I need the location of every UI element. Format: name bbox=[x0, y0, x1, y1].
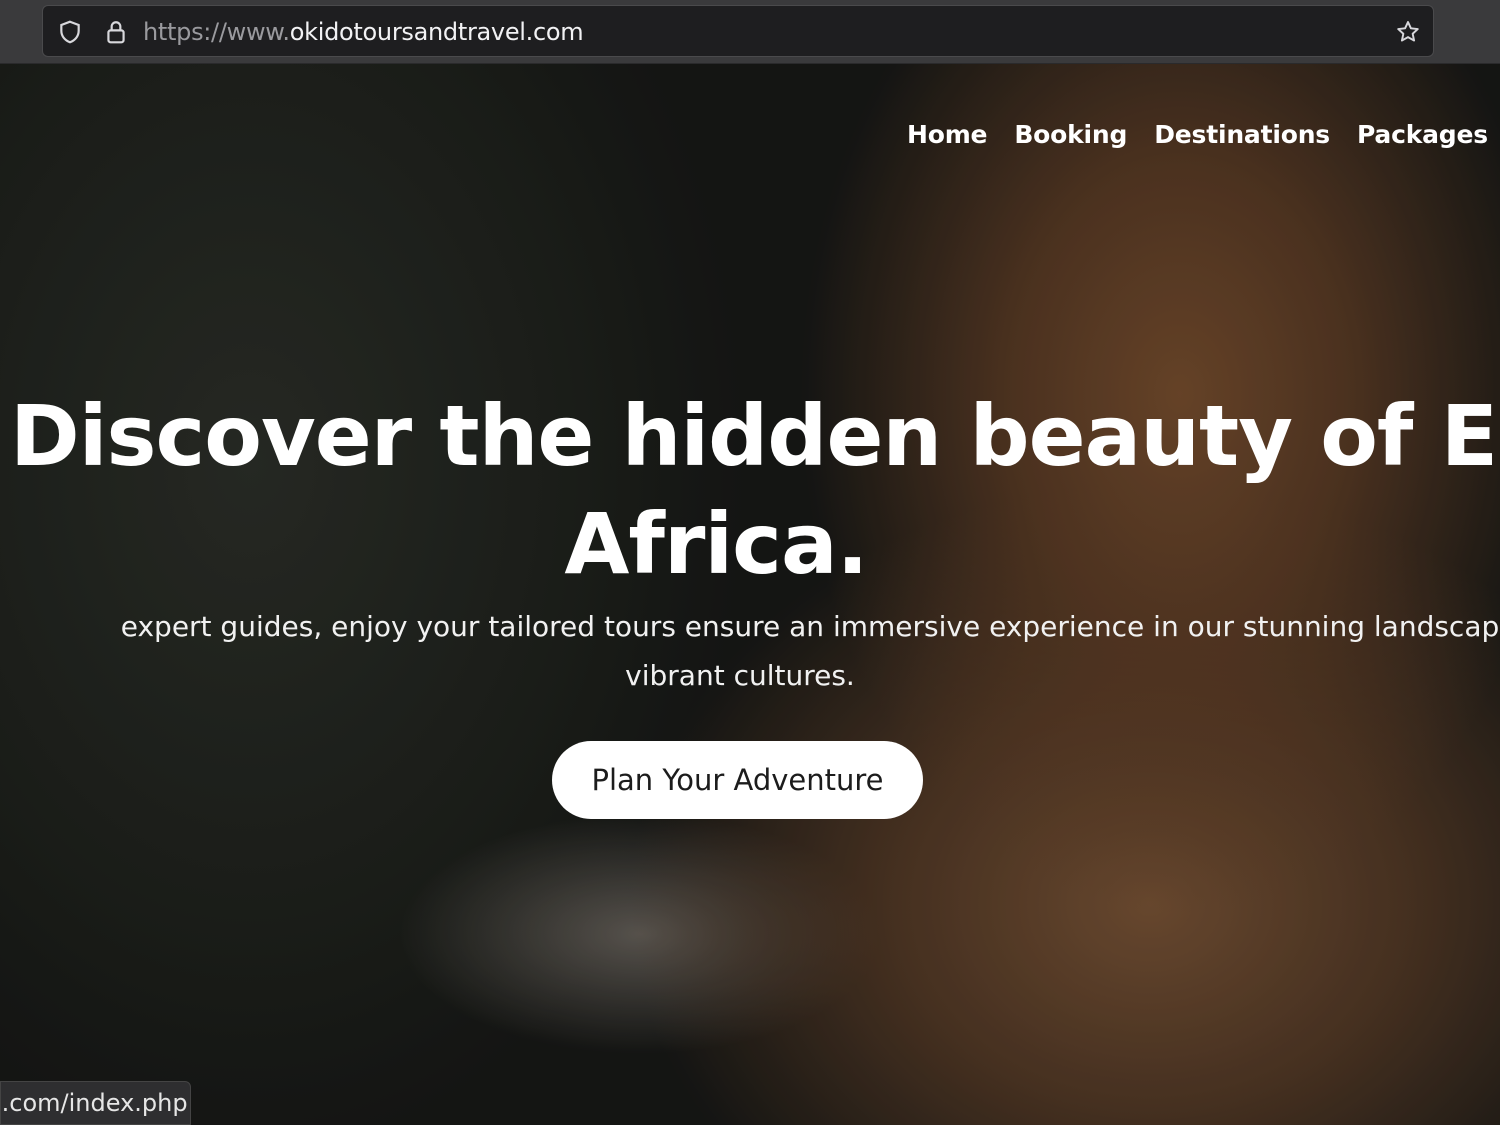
plan-adventure-button[interactable]: Plan Your Adventure bbox=[552, 741, 923, 819]
link-status-bar: l.com/index.php bbox=[0, 1081, 191, 1125]
hero-subtext: expert guides, enjoy your tailored tours… bbox=[0, 602, 1500, 700]
lock-icon[interactable] bbox=[103, 19, 129, 45]
nav-packages[interactable]: Packages bbox=[1357, 120, 1488, 149]
hero-headline: Discover the hidden beauty of East Afric… bbox=[0, 382, 1500, 598]
shield-icon[interactable] bbox=[57, 19, 83, 45]
subtext-line-2: vibrant cultures. bbox=[625, 659, 855, 692]
url-scheme: https://www. bbox=[143, 18, 290, 46]
status-link-text: l.com/index.php bbox=[0, 1089, 188, 1117]
browser-toolbar: https://www.okidotoursandtravel.com bbox=[0, 0, 1500, 64]
subtext-line-1: expert guides, enjoy your tailored tours… bbox=[120, 610, 1500, 643]
nav-destinations[interactable]: Destinations bbox=[1154, 120, 1330, 149]
headline-line-1: Discover the hidden beauty of East bbox=[10, 387, 1500, 485]
nav-booking[interactable]: Booking bbox=[1014, 120, 1127, 149]
star-icon[interactable] bbox=[1395, 19, 1421, 45]
hero-section: Home Booking Destinations Packages Se Di… bbox=[0, 64, 1500, 1125]
nav-home[interactable]: Home bbox=[907, 120, 988, 149]
address-bar[interactable]: https://www.okidotoursandtravel.com bbox=[42, 5, 1434, 57]
headline-line-2: Africa. bbox=[564, 495, 868, 593]
url-host: okidotoursandtravel.com bbox=[289, 18, 584, 46]
main-nav: Home Booking Destinations Packages Se bbox=[907, 120, 1500, 149]
url-text[interactable]: https://www.okidotoursandtravel.com bbox=[143, 18, 584, 46]
